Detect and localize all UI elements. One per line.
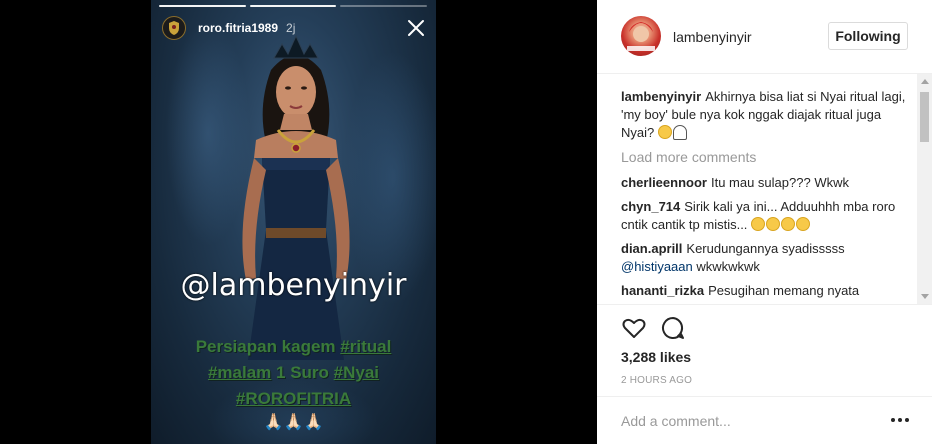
heart-icon[interactable] (621, 315, 647, 341)
comment-username[interactable]: lambenyinyir (621, 89, 701, 104)
hashtag-nyai: #Nyai (333, 363, 380, 382)
story-header: roro.fitria1989 2j (162, 14, 428, 42)
progress-segment (340, 5, 428, 7)
story-caption: Persiapan kagem #ritual #malam 1 Suro #N… (151, 334, 436, 412)
grimace-emoji-icon (657, 125, 672, 139)
comment-input[interactable] (621, 411, 871, 431)
post-sidebar: lambenyinyir Following lambenyinyir Akhir… (597, 0, 932, 444)
list-item: hananti_rizka Pesugihan memang nyata (621, 282, 909, 300)
woman-illustration (242, 34, 350, 360)
more-options-icon[interactable] (890, 413, 910, 427)
scrollbar-thumb[interactable] (920, 92, 929, 142)
comment-text: wkwkwkwk (696, 259, 760, 274)
post-actions: 3,288 likes 2 HOURS AGO (597, 304, 932, 396)
comment-username[interactable]: chyn_714 (621, 199, 680, 214)
caption-middle: 1 Suro (276, 363, 329, 382)
story-progress-bar (159, 5, 428, 7)
like-count[interactable]: 3,288 likes (621, 349, 691, 365)
hashtag-rorofitria: #ROROFITRIA (235, 389, 352, 408)
expressionless-emoji-icon (751, 217, 766, 231)
avatar[interactable] (621, 16, 661, 56)
ghost-emoji-icon (672, 125, 687, 140)
caption-comment: lambenyinyir Akhirnya bisa liat si Nyai r… (621, 88, 909, 142)
following-button[interactable]: Following (828, 22, 908, 50)
comments-list[interactable]: lambenyinyir Akhirnya bisa liat si Nyai r… (621, 88, 909, 302)
comment-username[interactable]: cherlieennoor (621, 175, 707, 190)
police-badge-icon[interactable] (162, 16, 186, 40)
post-header: lambenyinyir Following (597, 0, 932, 74)
story-username[interactable]: roro.fitria1989 (198, 21, 278, 35)
hashtag-malam: #malam (207, 363, 272, 382)
instagram-post-modal: @lambenyinyir Persiapan kagem #ritual #m… (0, 0, 932, 444)
comment-bubble-icon[interactable] (660, 315, 686, 341)
list-item: dian.aprill Kerudungannya syadisssss @his… (621, 240, 909, 276)
close-icon[interactable] (406, 18, 426, 38)
progress-segment (249, 5, 337, 7)
post-timestamp: 2 HOURS AGO (621, 375, 693, 386)
expressionless-emoji-icon (766, 217, 781, 231)
comment-text: Itu mau sulap??? Wkwk (710, 175, 849, 190)
scroll-up-icon[interactable] (921, 79, 929, 84)
list-item: cherlieennoor Itu mau sulap??? Wkwk (621, 174, 909, 192)
surprised-emoji-icon (781, 217, 796, 231)
comment-text: Kerudungannya syadisssss (686, 241, 845, 256)
load-more-comments[interactable]: Load more comments (621, 148, 909, 166)
list-item: chyn_714 Sirik kali ya ini... Adduuhhh mb… (621, 198, 909, 234)
surprised-emoji-icon (796, 217, 811, 231)
scroll-down-icon[interactable] (921, 294, 929, 299)
comment-text: Pesugihan memang nyata (708, 283, 860, 298)
post-author[interactable]: lambenyinyir (673, 29, 752, 45)
hashtag-ritual: #ritual (340, 337, 392, 356)
comment-username[interactable]: hananti_rizka (621, 283, 704, 298)
story-image[interactable]: @lambenyinyir Persiapan kagem #ritual #m… (151, 0, 436, 444)
praying-hands-emoji: 🙏🏻🙏🏻🙏🏻 (263, 414, 324, 431)
media-panel: @lambenyinyir Persiapan kagem #ritual #m… (0, 0, 597, 444)
progress-segment (159, 5, 246, 7)
comment-username[interactable]: dian.aprill (621, 241, 682, 256)
comments-scrollbar[interactable] (917, 74, 932, 304)
story-time: 2j (286, 21, 296, 35)
story-handle-text: @lambenyinyir (180, 268, 407, 303)
caption-prefix: Persiapan kagem (195, 337, 336, 356)
mention-link[interactable]: @histiyaaan (621, 259, 693, 274)
add-comment-bar (597, 396, 932, 444)
